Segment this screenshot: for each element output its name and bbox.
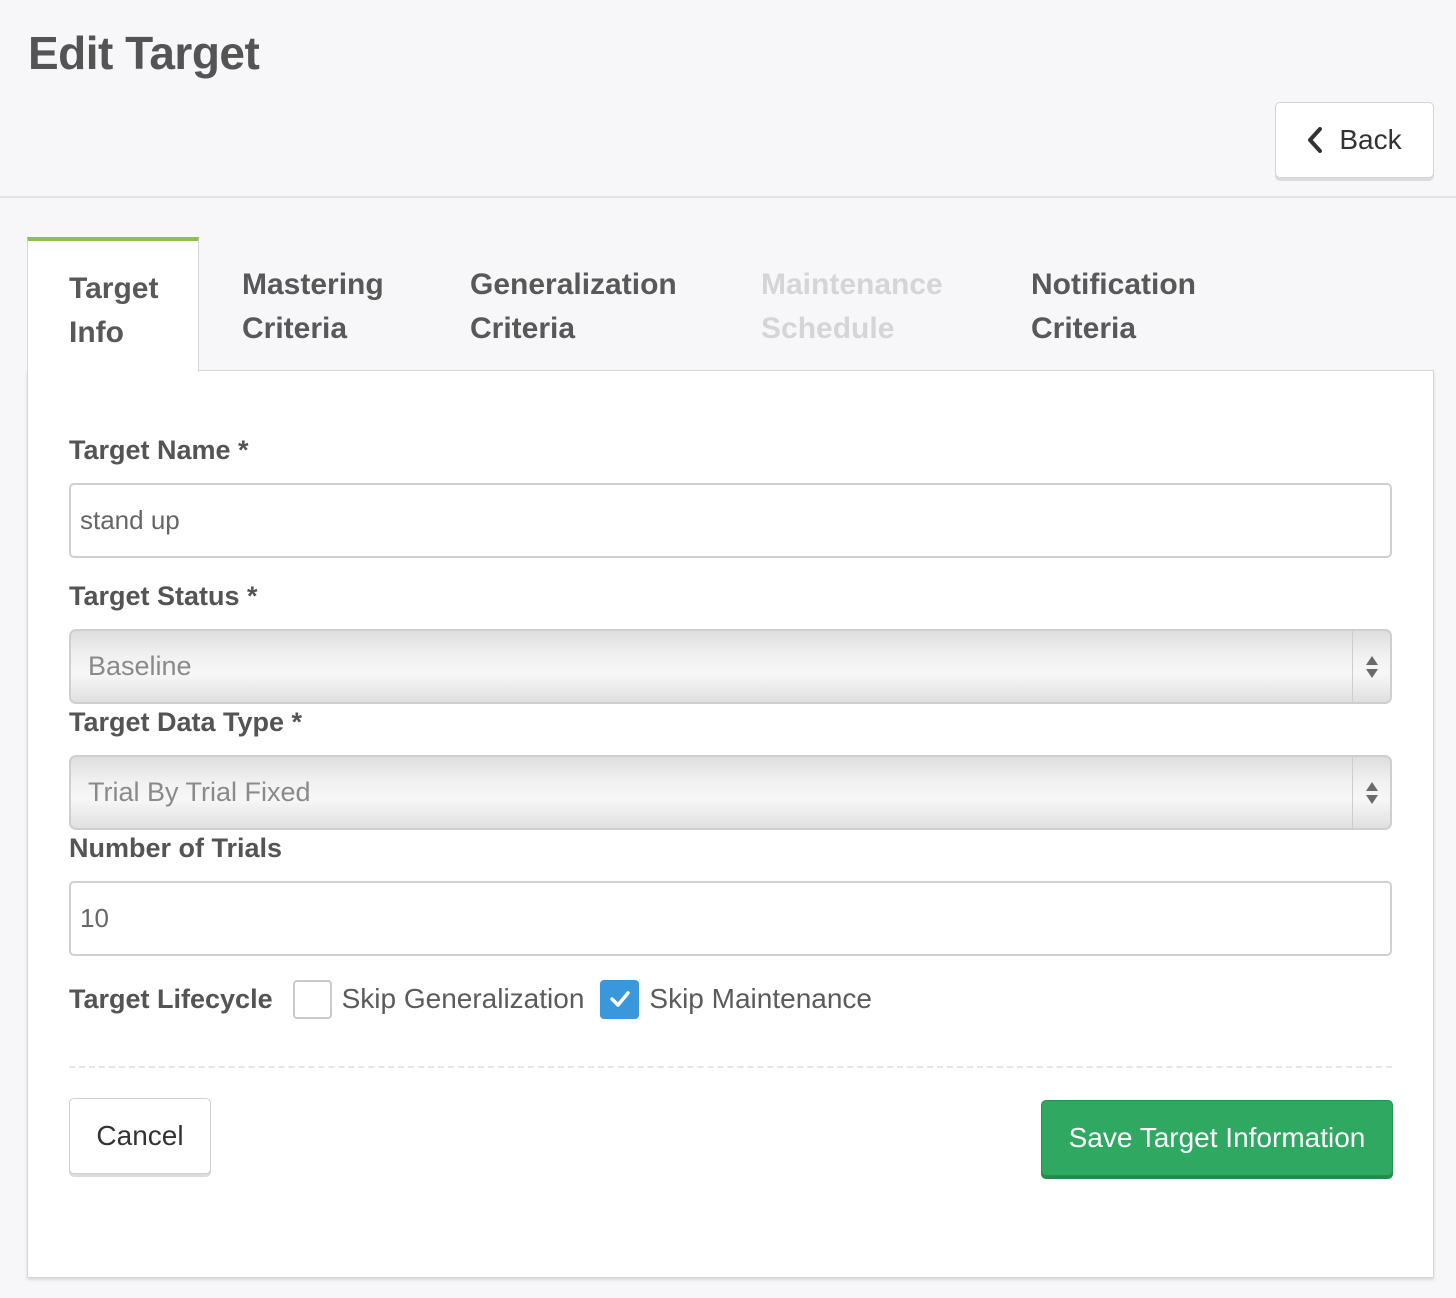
skip-maintenance-label[interactable]: Skip Maintenance (649, 983, 872, 1015)
tab-notification-criteria[interactable]: Notification Criteria (1031, 237, 1261, 372)
page-title: Edit Target (28, 27, 260, 79)
tab-label: Maintenance (761, 268, 943, 301)
back-button[interactable]: Back (1275, 102, 1434, 178)
number-of-trials-input[interactable] (69, 881, 1392, 956)
tab-label: Schedule (761, 312, 895, 345)
target-lifecycle-row: Target Lifecycle Skip Generalization Ski… (69, 977, 872, 1021)
tab-bar: Target Info Mastering Criteria Generaliz… (27, 237, 1261, 372)
back-button-label: Back (1339, 124, 1402, 155)
skip-generalization-checkbox[interactable] (292, 979, 332, 1019)
tab-mastering-criteria[interactable]: Mastering Criteria (242, 237, 470, 372)
cancel-button[interactable]: Cancel (69, 1098, 211, 1174)
form-divider (69, 1066, 1392, 1068)
tab-target-info[interactable]: Target Info (27, 237, 199, 372)
target-status-value: Baseline (88, 651, 192, 681)
tab-label: Notification (1031, 268, 1196, 301)
sort-arrows-icon (1352, 631, 1390, 702)
tab-label: Info (69, 316, 124, 349)
check-icon (610, 991, 630, 1007)
save-target-information-button[interactable]: Save Target Information (1041, 1100, 1393, 1176)
skip-generalization-label[interactable]: Skip Generalization (342, 983, 585, 1015)
target-status-label: Target Status * (69, 581, 258, 611)
target-name-input[interactable] (69, 483, 1392, 558)
target-data-type-value: Trial By Trial Fixed (88, 777, 311, 807)
tab-generalization-criteria[interactable]: Generalization Criteria (470, 237, 761, 372)
target-status-select[interactable]: Baseline (69, 629, 1392, 704)
header-divider (0, 196, 1456, 198)
target-lifecycle-label: Target Lifecycle (69, 983, 273, 1014)
target-name-label: Target Name * (69, 435, 249, 465)
sort-arrows-icon (1352, 757, 1390, 828)
tab-label: Mastering (242, 268, 384, 301)
target-info-panel: Target Name * Target Status * Baseline T… (27, 370, 1434, 1278)
tab-label: Generalization (470, 268, 677, 301)
number-of-trials-label: Number of Trials (69, 833, 283, 863)
skip-maintenance-checkbox[interactable] (600, 979, 640, 1019)
tab-label: Target (69, 272, 159, 305)
chevron-left-icon (1307, 127, 1323, 153)
target-data-type-select[interactable]: Trial By Trial Fixed (69, 755, 1392, 830)
tab-label: Criteria (1031, 312, 1137, 345)
target-data-type-label: Target Data Type * (69, 707, 303, 737)
tab-maintenance-schedule: Maintenance Schedule (761, 237, 1031, 372)
tab-label: Criteria (470, 312, 576, 345)
tab-label: Criteria (242, 312, 348, 345)
